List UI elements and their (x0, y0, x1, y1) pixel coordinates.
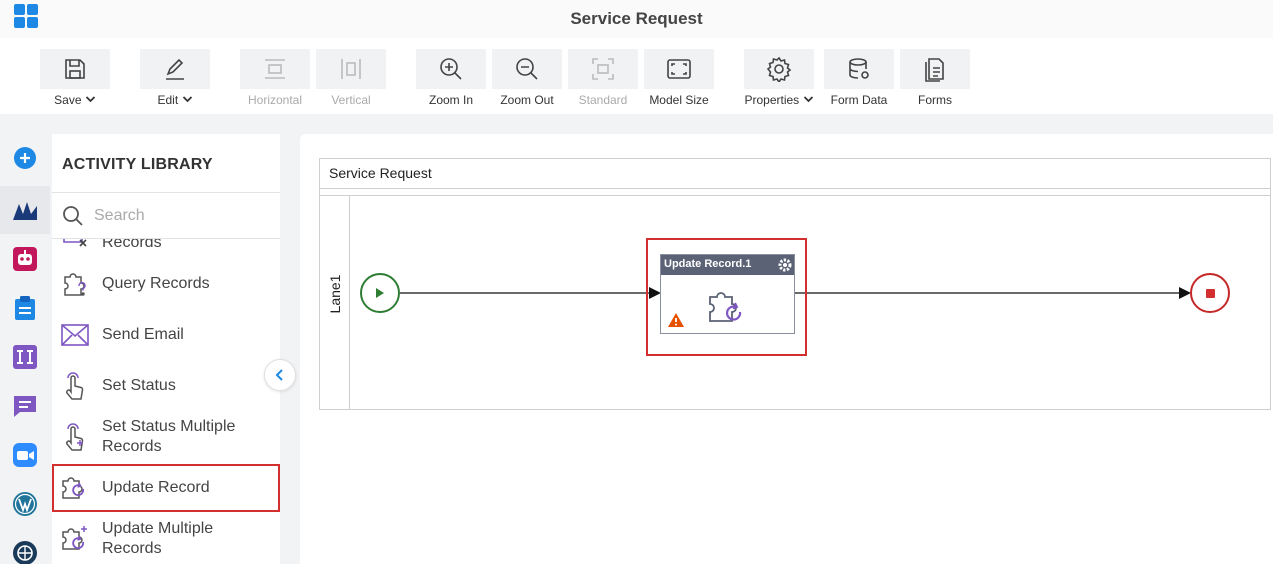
add-icon[interactable] (0, 134, 50, 182)
library-title: ACTIVITY LIBRARY (62, 156, 213, 173)
list-item-set-status[interactable]: Set Status (52, 362, 280, 410)
wordpress-icon[interactable] (0, 480, 50, 528)
play-icon (376, 288, 384, 298)
title-bar: Service Request (0, 0, 1273, 38)
forms-icon (925, 58, 944, 82)
horizontal-align-icon (265, 59, 285, 79)
pool-title: Service Request (320, 159, 1270, 189)
edit-label: Edit (157, 93, 179, 107)
model-size-label: Model Size (649, 93, 709, 107)
search-icon (63, 206, 83, 226)
gear-icon (766, 56, 792, 82)
text-box-icon[interactable] (0, 333, 50, 381)
list-item-label: Update Multiple (102, 520, 214, 537)
model-size-button[interactable]: Model Size (644, 49, 714, 111)
set-status-icon (66, 372, 84, 400)
task-title: Update Record.1 (661, 255, 794, 275)
vertical-align-icon (341, 59, 361, 79)
standard-button[interactable]: Standard (568, 49, 638, 111)
pencil-icon (166, 58, 184, 80)
start-event[interactable] (360, 273, 400, 313)
lane-label: Lane1 (327, 274, 343, 314)
chevron-left-icon (275, 369, 283, 381)
search-input[interactable] (94, 205, 264, 227)
list-item-label: Set Status (102, 377, 176, 394)
zoom-in-button[interactable]: Zoom In (416, 49, 486, 111)
email-icon (61, 324, 89, 346)
list-item-label: Send Email (102, 326, 184, 343)
chevron-down-icon (803, 96, 813, 103)
gear-icon[interactable] (778, 258, 792, 272)
forms-button[interactable]: Forms (900, 49, 970, 111)
properties-button[interactable]: Properties (744, 49, 814, 111)
zoom-out-icon (516, 58, 538, 80)
forms-label: Forms (918, 93, 952, 107)
page-title: Service Request (570, 9, 703, 28)
list-item-query-records[interactable]: Query Records (52, 260, 280, 308)
save-icon (65, 59, 85, 79)
list-item-label: Update Record (102, 479, 210, 496)
list-item-update-multiple[interactable]: Update Multiple Records (52, 515, 280, 563)
chevron-down-icon (182, 96, 192, 103)
save-button[interactable]: Save (40, 49, 110, 111)
bot-icon[interactable] (0, 235, 50, 283)
process-canvas[interactable]: Service Request Lane1 Update Record.1 (300, 134, 1273, 564)
update-record-icon (62, 477, 84, 499)
clipboard-icon[interactable] (0, 284, 50, 332)
warning-icon (668, 313, 684, 327)
vertical-button[interactable]: Vertical (316, 49, 386, 111)
globe-icon[interactable] (0, 529, 50, 564)
chat-icon[interactable] (0, 382, 50, 430)
horizontal-button[interactable]: Horizontal (240, 49, 310, 111)
end-event[interactable] (1190, 273, 1230, 313)
chevron-down-icon (85, 96, 95, 103)
left-rail (0, 134, 50, 564)
model-size-icon (667, 59, 691, 79)
save-label: Save (54, 93, 82, 107)
query-records-icon (64, 273, 86, 296)
update-multiple-icon (62, 526, 87, 550)
stop-icon (1205, 288, 1215, 298)
task-title-text: Update Record.1 (664, 258, 752, 270)
pool-divider (320, 195, 1270, 196)
edit-button[interactable]: Edit (140, 49, 210, 111)
database-icon (849, 58, 869, 79)
list-item-label: Set Status Multiple (102, 418, 236, 435)
toolbar: Save Edit Horizontal Vertical Zoom In Zo… (0, 38, 1273, 114)
standard-size-icon (592, 58, 614, 80)
zoom-icon[interactable] (0, 431, 50, 479)
set-status-multiple-icon (66, 423, 84, 451)
zoom-out-button[interactable]: Zoom Out (492, 49, 562, 111)
list-item-set-status-multiple[interactable]: Set Status Multiple Records (52, 413, 280, 461)
lane-header[interactable]: Lane1 (320, 196, 350, 409)
collapse-library-button[interactable] (264, 359, 296, 391)
form-data-button[interactable]: Form Data (824, 49, 894, 111)
list-item-update-record[interactable]: Update Record (52, 464, 280, 512)
properties-label: Properties (744, 93, 800, 107)
activity-library: ACTIVITY LIBRARY Records Query Records S… (52, 134, 280, 564)
zoom-in-icon (440, 58, 462, 80)
list-item-send-email[interactable]: Send Email (52, 311, 280, 359)
list-item-label: Records (102, 540, 162, 557)
dynamics-icon[interactable] (0, 186, 50, 234)
list-item-label: Query Records (102, 275, 210, 292)
update-record-task[interactable]: Update Record.1 (660, 254, 795, 334)
update-record-icon (709, 292, 742, 322)
library-search (52, 192, 280, 239)
vertical-label: Vertical (331, 93, 371, 107)
list-item-label: Records (102, 438, 162, 455)
